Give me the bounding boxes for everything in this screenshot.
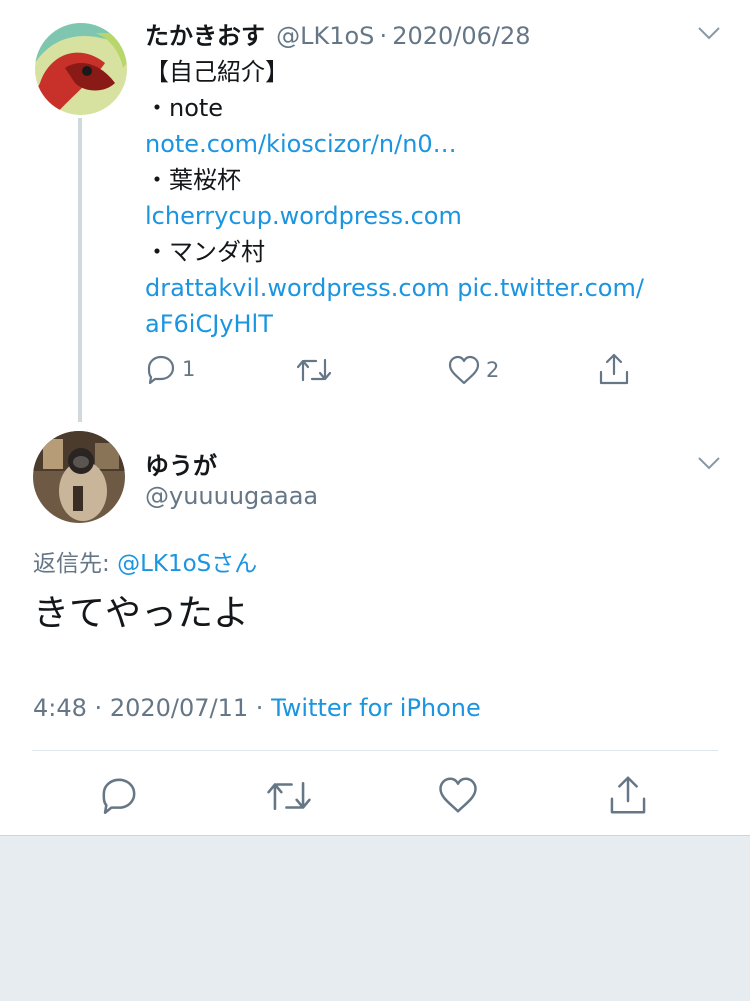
retweet-button[interactable]	[296, 356, 332, 384]
tweet-body: きてやったよ	[33, 593, 250, 634]
avatar-yuuga[interactable]	[33, 431, 125, 523]
handle[interactable]: @LK1oS	[276, 22, 374, 50]
retweet-button[interactable]	[266, 778, 312, 814]
tweet-time: 4:48	[33, 694, 87, 722]
tweet-text-line: ・note	[145, 94, 224, 122]
like-button[interactable]: 2	[448, 355, 499, 385]
reply-icon	[147, 355, 175, 384]
avatar-takakiosu[interactable]	[35, 23, 127, 115]
share-button[interactable]	[608, 774, 648, 816]
like-icon	[439, 777, 477, 813]
like-button[interactable]	[438, 776, 478, 814]
reply-context: 返信先: @LK1oSさん	[33, 544, 257, 578]
retweet-icon	[267, 781, 311, 811]
like-count: 2	[486, 358, 500, 382]
reply-icon	[102, 778, 136, 814]
thread-line	[78, 118, 82, 422]
tweet-date[interactable]: 2020/06/28	[392, 22, 530, 50]
reply-to-label: 返信先:	[33, 551, 110, 577]
tweet-meta: 4:48 · 2020/07/11 · Twitter for iPhone	[33, 694, 481, 722]
separator: ·	[94, 694, 103, 722]
share-button[interactable]	[598, 352, 630, 386]
reply-to-handle[interactable]: @LK1oSさん	[117, 551, 257, 577]
tweet-link[interactable]: drattakvil.wordpress.com pic.twitter.com…	[145, 270, 644, 306]
chevron-down-icon[interactable]	[696, 20, 722, 46]
share-icon	[610, 776, 646, 814]
separator: ·	[379, 22, 388, 50]
tweet-date: 2020/07/11	[109, 694, 249, 722]
separator: ·	[255, 694, 264, 722]
display-name[interactable]: ゆうが	[145, 446, 217, 481]
tweet-source[interactable]: Twitter for iPhone	[271, 694, 481, 722]
tweet-text-line: 【自己紹介】	[145, 58, 289, 86]
reply-button[interactable]	[100, 776, 138, 814]
share-icon	[599, 353, 629, 385]
tweet-text-line: ・葉桜杯	[145, 166, 241, 194]
reply-button[interactable]: 1	[146, 354, 195, 384]
reply-count: 1	[182, 357, 196, 381]
handle[interactable]: @yuuuugaaaa	[145, 482, 318, 510]
divider	[32, 750, 718, 751]
tweet-link[interactable]: lcherrycup.wordpress.com	[145, 198, 644, 234]
tweet-link[interactable]: note.com/kioscizor/n/n0…	[145, 126, 644, 162]
tweet-link[interactable]: aF6iCJyHlT	[145, 306, 644, 342]
retweet-icon	[296, 358, 332, 382]
tweet1-body: 【自己紹介】 ・note note.com/kioscizor/n/n0… ・葉…	[145, 54, 644, 342]
chevron-down-icon[interactable]	[696, 450, 722, 476]
tweet-text-line: ・マンダ村	[145, 238, 265, 266]
tweet1-header: たかきおす @LK1oS · 2020/06/28	[145, 16, 531, 51]
display-name[interactable]: たかきおす	[145, 22, 265, 50]
empty-area	[0, 835, 750, 1001]
like-icon	[448, 355, 480, 385]
